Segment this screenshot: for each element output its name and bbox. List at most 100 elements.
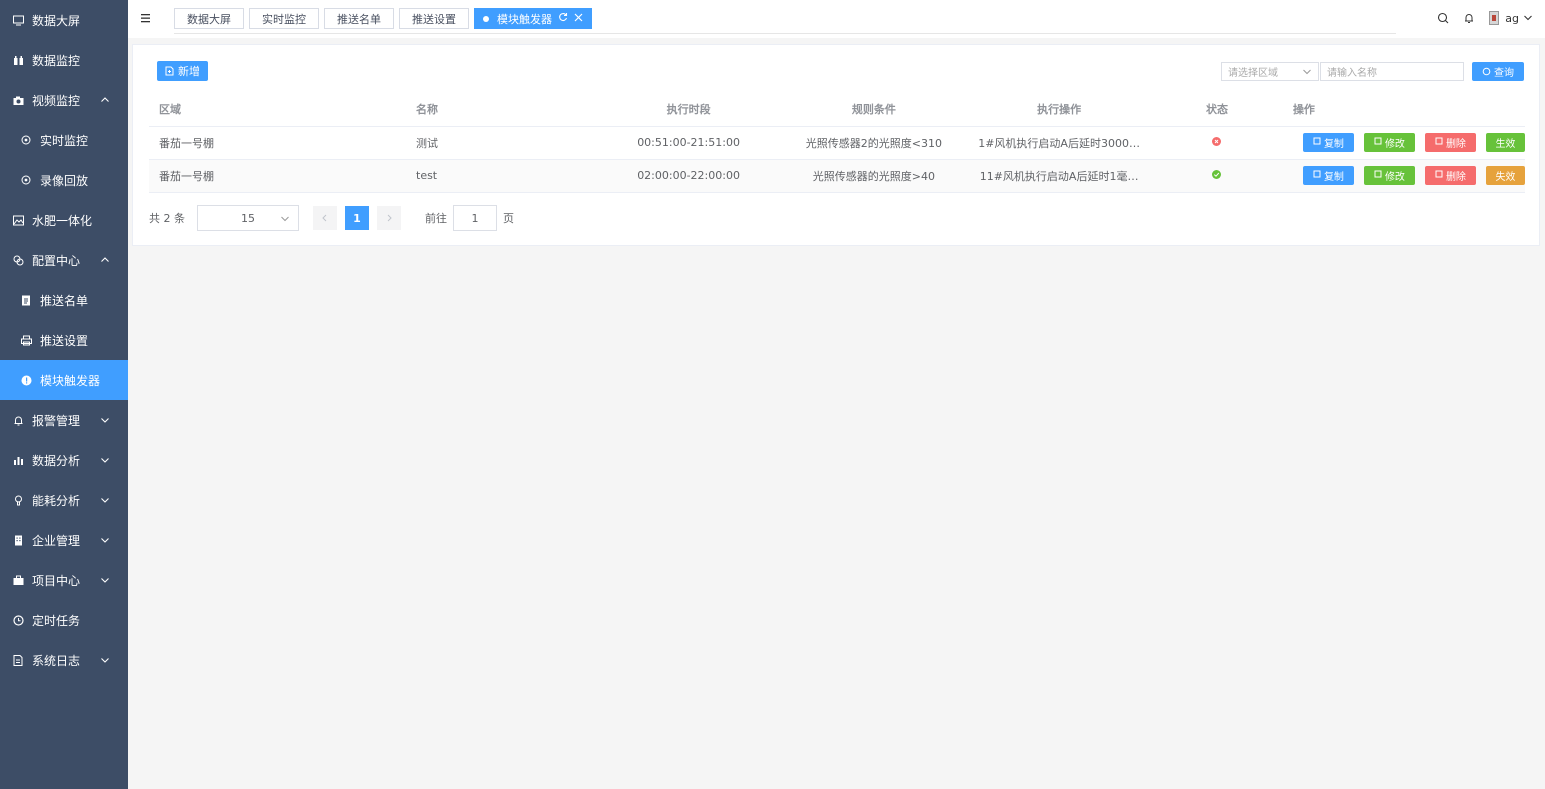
query-button-label: 查询 <box>1494 68 1514 79</box>
cell-area: 番茄一号棚 <box>149 159 406 193</box>
copy-button[interactable]: 复制 <box>1302 166 1354 185</box>
tab-module-trigger[interactable]: 模块触发器 <box>474 8 592 29</box>
tab-push-list[interactable]: 推送名单 <box>324 8 394 29</box>
image-icon <box>12 214 24 226</box>
chevron-down-icon <box>100 654 110 664</box>
cell-area: 番茄一号棚 <box>149 126 406 160</box>
cell-name: test <box>406 159 597 193</box>
col-header-period: 执行时段 <box>596 93 781 127</box>
row-actions: 复制 修改 删除 生效 <box>1293 133 1525 152</box>
delete-button[interactable]: 删除 <box>1424 166 1476 185</box>
page-number-current[interactable]: 1 <box>345 206 369 230</box>
chevron-right-icon <box>387 214 392 222</box>
tabs-divider <box>174 33 1396 34</box>
copy-button-label: 复制 <box>1323 172 1344 183</box>
hamburger-icon[interactable] <box>140 12 152 24</box>
col-header-name: 名称 <box>406 93 597 127</box>
sidebar-item-11[interactable]: 数据分析 <box>0 440 128 480</box>
sidebar-item-label: 能耗分析 <box>32 493 81 508</box>
chevron-down-icon <box>1524 15 1532 21</box>
sidebar-item-label: 配置中心 <box>32 253 81 268</box>
sidebar-item-12[interactable]: 能耗分析 <box>0 480 128 520</box>
edit-button[interactable]: 修改 <box>1363 166 1415 185</box>
sidebar-item-label: 推送设置 <box>40 333 89 348</box>
col-header-rule: 规则条件 <box>780 93 968 127</box>
cell-name: 测试 <box>406 126 597 160</box>
tab-label: 数据大屏 <box>187 12 231 26</box>
query-button[interactable]: 查询 <box>1472 62 1524 81</box>
search-icon <box>1482 67 1491 76</box>
edit-button[interactable]: 修改 <box>1363 133 1415 152</box>
chevron-down-icon <box>100 574 110 584</box>
tab-dashboard[interactable]: 数据大屏 <box>174 8 244 29</box>
sidebar-item-5[interactable]: 水肥一体化 <box>0 200 128 240</box>
sidebar-item-14[interactable]: 项目中心 <box>0 560 128 600</box>
clock-icon <box>12 614 24 626</box>
cell-rule: 光照传感器2的光照度<310 <box>780 126 968 160</box>
active-dot-icon <box>483 15 489 22</box>
next-page-button[interactable] <box>377 206 401 230</box>
bell-icon <box>12 414 24 426</box>
goto-label: 前往 <box>425 212 447 225</box>
sidebar-item-label: 报警管理 <box>32 413 81 428</box>
table-row: 番茄一号棚 test 02:00:00-22:00:00 光照传感器的光照度>40 11… <box>149 159 1525 193</box>
chevron-down-icon <box>100 454 110 464</box>
close-icon[interactable] <box>574 13 583 25</box>
refresh-icon[interactable] <box>558 12 568 25</box>
delete-button-label: 删除 <box>1445 172 1466 183</box>
sidebar-item-6[interactable]: 配置中心 <box>0 240 128 280</box>
sidebar-item-10[interactable]: 报警管理 <box>0 400 128 440</box>
chevron-down-icon <box>281 216 289 222</box>
sidebar-item-1[interactable]: 数据监控 <box>0 40 128 80</box>
sidebar-item-label: 项目中心 <box>32 573 81 588</box>
sidebar-item-0[interactable]: 数据大屏 <box>0 0 128 40</box>
sidebar-item-4[interactable]: 录像回放 <box>0 160 128 200</box>
avatar[interactable] <box>1489 11 1500 25</box>
edit-button-label: 修改 <box>1384 172 1405 183</box>
delete-button[interactable]: 删除 <box>1424 133 1476 152</box>
search-icon[interactable] <box>1437 11 1449 25</box>
toggle-status-button[interactable]: 失效 <box>1485 166 1525 185</box>
goto-page-value: 1 <box>471 211 479 225</box>
col-header-ops: 操作 <box>1282 93 1525 127</box>
sidebar-item-15[interactable]: 定时任务 <box>0 600 128 640</box>
sidebar-item-label: 模块触发器 <box>40 373 101 388</box>
copy-button-label: 复制 <box>1323 139 1344 150</box>
sidebar-item-16[interactable]: 系统日志 <box>0 640 128 680</box>
name-search-input[interactable]: 请输入名称 <box>1320 62 1464 81</box>
sidebar-item-label: 实时监控 <box>40 133 89 148</box>
toggle-status-button[interactable]: 生效 <box>1485 133 1525 152</box>
copy-button[interactable]: 复制 <box>1302 133 1354 152</box>
tab-label: 模块触发器 <box>497 12 552 26</box>
sidebar-item-label: 定时任务 <box>32 613 81 628</box>
copy-icon <box>1313 170 1321 181</box>
tab-realtime[interactable]: 实时监控 <box>249 8 319 29</box>
briefcase-icon <box>12 574 24 586</box>
sidebar: 数据大屏数据监控视频监控实时监控录像回放 水肥一体化配置中心推送名单推送设置模块触… <box>0 0 128 789</box>
username: ag <box>1505 11 1519 25</box>
delete-button-label: 删除 <box>1445 139 1466 150</box>
info-icon <box>20 374 32 386</box>
sidebar-item-3[interactable]: 实时监控 <box>0 120 128 160</box>
user-menu[interactable]: ag <box>1505 12 1533 25</box>
sidebar-item-13[interactable]: 企业管理 <box>0 520 128 560</box>
bell-icon[interactable] <box>1463 11 1475 25</box>
sidebar-item-label: 数据监控 <box>32 53 81 68</box>
sidebar-item-8[interactable]: 推送设置 <box>0 320 128 360</box>
add-button-label: 新增 <box>178 65 200 78</box>
toggle-status-button-label: 失效 <box>1495 172 1516 183</box>
page-size-select[interactable]: 15 <box>197 205 299 231</box>
add-button[interactable]: 新增 <box>157 61 208 81</box>
sidebar-item-label: 推送名单 <box>40 293 89 308</box>
status-active-icon <box>1212 170 1222 179</box>
sidebar-item-label: 视频监控 <box>32 93 81 108</box>
sidebar-item-label: 企业管理 <box>32 533 81 548</box>
chevron-down-icon <box>1303 69 1311 75</box>
area-select[interactable]: 请选择区域 <box>1221 62 1319 81</box>
goto-page-input[interactable]: 1 <box>453 205 497 231</box>
prev-page-button[interactable] <box>313 206 337 230</box>
sidebar-item-2[interactable]: 视频监控 <box>0 80 128 120</box>
sidebar-item-7[interactable]: 推送名单 <box>0 280 128 320</box>
sidebar-item-9[interactable]: 模块触发器 <box>0 360 128 400</box>
tab-push-settings[interactable]: 推送设置 <box>399 8 469 29</box>
